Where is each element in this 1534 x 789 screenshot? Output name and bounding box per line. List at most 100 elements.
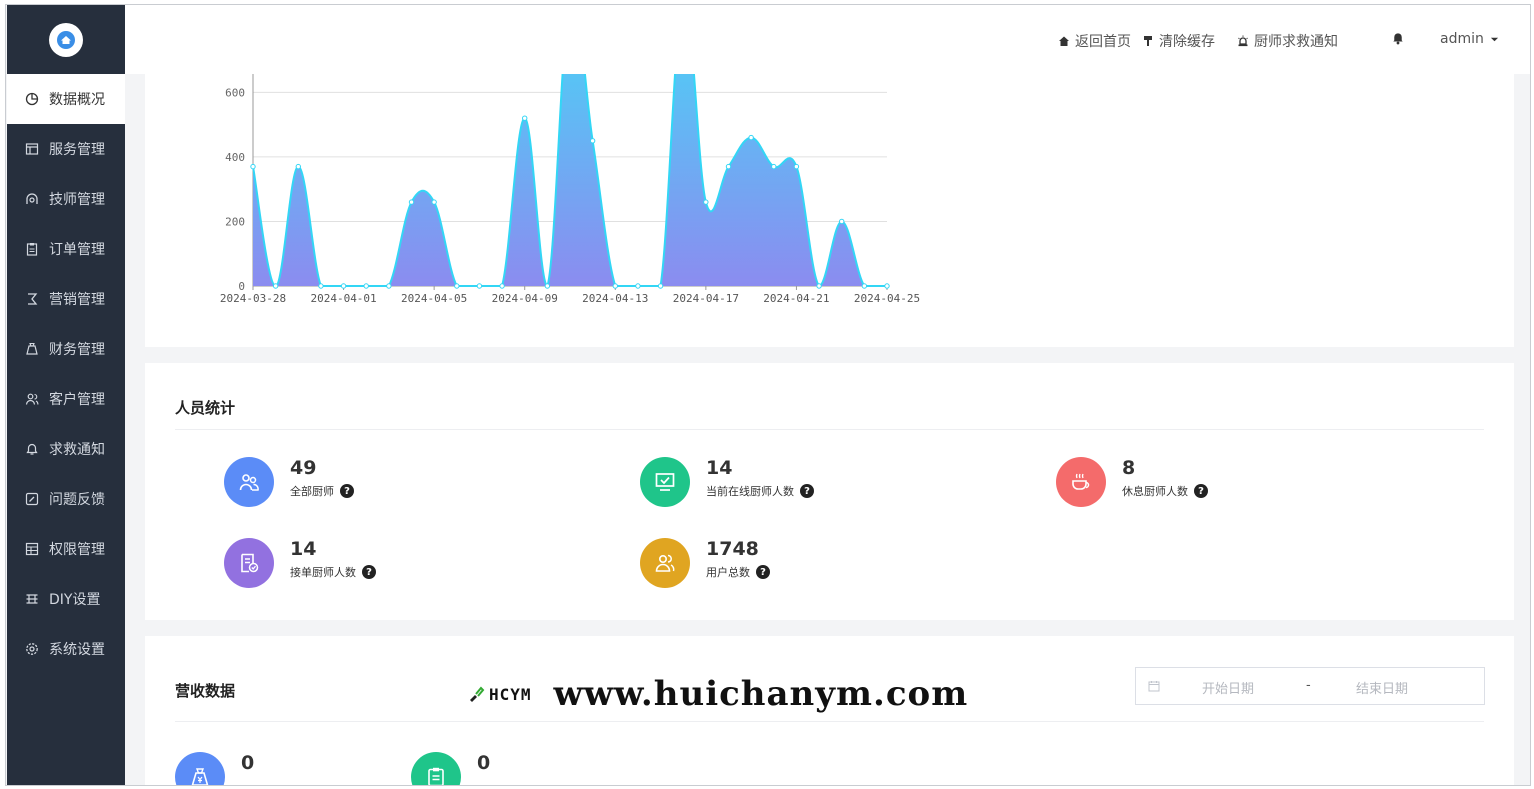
sidebar-item-3[interactable]: 技师管理 [7,174,125,224]
staff-stats-card: 人员统计 49 全部厨师? 14 当前在线厨师人数? 8 休息厨师人数? 14 接单厨师人数?… [145,363,1514,620]
sidebar-item-1[interactable]: 数据概况 [7,74,125,124]
sidebar-item-4[interactable]: 订单管理 [7,224,125,274]
data-point[interactable] [861,283,868,289]
data-point[interactable] [454,283,460,289]
data-point[interactable] [748,134,754,141]
data-point[interactable] [386,283,392,289]
stat-value: 1748 [706,538,759,560]
data-point[interactable] [839,218,845,225]
stat-value: 0 [241,752,255,774]
sidebar-item-label: DIY设置 [49,592,101,608]
users-icon [25,393,39,405]
stat-label-row: 休息厨师人数? [1122,483,1208,499]
data-point[interactable] [612,283,618,289]
stat-label: 用户总数 [706,566,750,579]
area-fill [253,74,887,286]
sidebar-item-label: 数据概况 [49,92,105,108]
user-menu[interactable]: admin [1440,31,1504,47]
data-point[interactable] [295,163,301,170]
data-point[interactable] [816,283,822,289]
start-date-input[interactable]: 开始日期 [1202,678,1254,697]
watermark-logo-text: HCYM [489,684,532,704]
stat-label: 全部厨师 [290,485,334,498]
sidebar-item-9[interactable]: 问题反馈 [7,474,125,524]
data-point[interactable] [635,283,641,289]
stat-item: 49 全部厨师? [224,457,354,507]
data-point[interactable] [589,138,596,144]
stat-label: 接单厨师人数 [290,566,356,579]
data-point[interactable] [272,283,279,289]
order-accept-icon [224,538,274,588]
stat-text: 0 [241,752,254,774]
data-point[interactable] [725,163,732,170]
stat-value: 0 [477,752,491,774]
date-separator: - [1306,678,1311,693]
data-point[interactable] [408,199,415,205]
stat-label-row: 当前在线厨师人数? [706,483,814,499]
data-point[interactable] [884,283,890,289]
sidebar-item-label: 技师管理 [49,192,105,208]
sidebar-item-label: 问题反馈 [49,492,105,508]
data-point[interactable] [476,283,483,289]
data-point[interactable] [771,163,777,170]
help-icon[interactable]: ? [800,484,814,498]
x-tick-label: 2024-04-17 [673,292,739,305]
data-point[interactable] [431,199,437,205]
stat-text: 0 [477,752,490,774]
sidebar-item-7[interactable]: 客户管理 [7,374,125,424]
data-point[interactable] [499,283,505,289]
home-logo-icon[interactable] [49,22,83,57]
sidebar-item-10[interactable]: 权限管理 [7,524,125,574]
sos-notice-link[interactable]: 厨师求救通知 [1237,31,1338,51]
home-link-label: 返回首页 [1075,34,1131,50]
user-name: admin [1440,31,1484,47]
date-range-picker[interactable]: 开始日期 - 结束日期 [1135,667,1485,705]
data-point[interactable] [363,283,369,289]
sidebar-item-8[interactable]: 求救通知 [7,424,125,474]
top-header: 返回首页 清除缓存 厨师求救通知 admin [125,5,1530,74]
stat-text: 1748 用户总数? [706,538,770,580]
help-icon[interactable]: ? [1194,484,1208,498]
bell-icon [1393,33,1403,45]
sidebar-item-2[interactable]: 服务管理 [7,124,125,174]
alarm-light-icon [1238,35,1248,47]
sidebar-item-label: 求救通知 [49,442,105,458]
sidebar-item-12[interactable]: 系统设置 [7,624,125,674]
help-icon[interactable]: ? [756,565,770,579]
pie-chart-icon [25,92,39,106]
y-tick-label: 400 [225,151,245,164]
data-point[interactable] [318,283,324,289]
data-point[interactable] [250,163,256,170]
chefs-icon [224,457,274,507]
sidebar-item-label: 客户管理 [49,392,105,408]
service-icon [25,143,39,155]
data-point[interactable] [544,283,551,289]
divider [175,721,1484,722]
user-total-icon [640,538,690,588]
data-point[interactable] [793,163,800,170]
sidebar-item-11[interactable]: DIY设置 [7,574,125,624]
stat-item: 0 [175,752,254,785]
money-bag-icon [26,342,38,355]
sidebar-item-5[interactable]: 营销管理 [7,274,125,324]
x-tick-label: 2024-03-28 [220,292,286,305]
end-date-input[interactable]: 结束日期 [1356,678,1408,697]
help-icon[interactable]: ? [362,565,376,579]
order-trend-card: 0 200 400 600 2024-03-28 2024-04-01 2024-04-05… [145,74,1514,347]
stat-label-row: 用户总数? [706,564,770,580]
y-tick-label: 200 [225,215,245,228]
data-point[interactable] [703,199,709,205]
stat-item: 8 休息厨师人数? [1056,457,1208,507]
data-point[interactable] [340,283,347,289]
stat-value: 14 [290,538,317,560]
data-point[interactable] [657,283,664,289]
help-icon[interactable]: ? [340,484,354,498]
stat-item: 14 当前在线厨师人数? [640,457,814,507]
notification-bell[interactable] [1391,31,1410,45]
clear-cache-label: 清除缓存 [1159,34,1215,50]
clear-cache-link[interactable]: 清除缓存 [1142,31,1215,51]
home-link[interactable]: 返回首页 [1058,31,1131,51]
coffee-cup-icon [1056,457,1106,507]
data-point[interactable] [522,115,528,121]
sidebar-item-6[interactable]: 财务管理 [7,324,125,374]
